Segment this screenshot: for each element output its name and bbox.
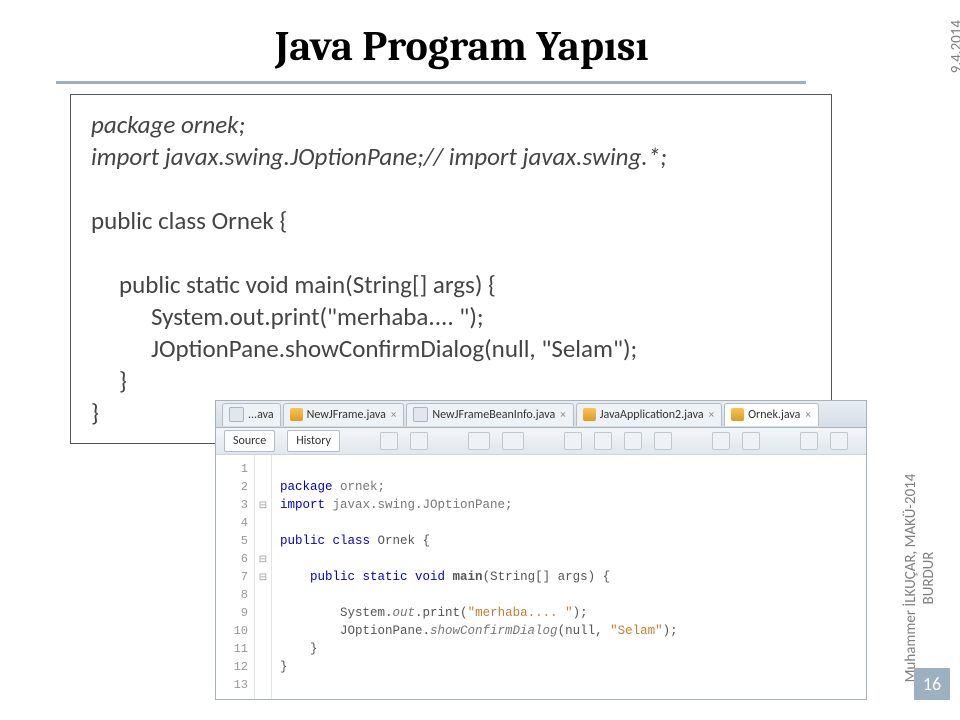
toolbar-icon[interactable] <box>410 432 428 450</box>
toolbar-icon[interactable] <box>742 432 760 450</box>
tab-ornek[interactable]: Ornek.java× <box>724 403 819 426</box>
java-icon <box>290 408 303 421</box>
tab-newjframe[interactable]: NewJFrame.java× <box>283 403 405 426</box>
toolbar-icon[interactable] <box>502 432 524 450</box>
divider <box>56 81 806 84</box>
slide-credit: Muhammer İLKUÇAR, MAKÜ-2014 BURDUR <box>902 458 938 698</box>
toolbar-icon[interactable] <box>830 432 848 450</box>
toolbar-icon[interactable] <box>654 432 672 450</box>
history-button[interactable]: History <box>287 430 340 452</box>
toolbar-icon[interactable] <box>564 432 582 450</box>
code-editor[interactable]: package ornek; import javax.swing.JOptio… <box>272 455 866 699</box>
close-icon[interactable]: × <box>804 408 811 421</box>
sidebar-meta: 9.4.2014 Muhammer İLKUÇAR, MAKÜ-2014 BUR… <box>910 0 960 720</box>
ide-editor: ...ava NewJFrame.java× NewJFrameBeanInfo… <box>215 400 867 700</box>
java-icon <box>583 408 596 421</box>
toolbar-icon[interactable] <box>468 432 490 450</box>
editor-toolbar: Source History <box>216 428 866 455</box>
source-button[interactable]: Source <box>224 430 275 452</box>
tab-overflow[interactable]: ...ava <box>222 403 281 426</box>
page-title: Java Program Yapısı <box>275 22 648 71</box>
close-icon[interactable]: × <box>559 408 566 421</box>
slide-number: 16 <box>914 668 950 700</box>
file-icon <box>229 407 244 422</box>
tab-newjframe-beaninfo[interactable]: NewJFrameBeanInfo.java× <box>406 403 573 426</box>
fold-gutter: ⊟⊟⊟ <box>255 455 272 699</box>
code-sample-box: package ornek; import javax.swing.JOptio… <box>70 94 832 444</box>
toolbar-icon[interactable] <box>712 432 730 450</box>
toolbar-icon[interactable] <box>800 432 818 450</box>
line-gutter: 12345678910111213 <box>216 455 255 699</box>
toolbar-icon[interactable] <box>594 432 612 450</box>
toolbar-icon[interactable] <box>624 432 642 450</box>
slide-date: 9.4.2014 <box>948 20 960 73</box>
toolbar-icon[interactable] <box>380 432 398 450</box>
bean-icon <box>413 407 428 422</box>
close-icon[interactable]: × <box>708 408 715 421</box>
tab-javaapplication2[interactable]: JavaApplication2.java× <box>576 403 722 426</box>
close-icon[interactable]: × <box>390 408 397 421</box>
java-icon <box>731 408 744 421</box>
editor-tabstrip: ...ava NewJFrame.java× NewJFrameBeanInfo… <box>216 401 866 428</box>
